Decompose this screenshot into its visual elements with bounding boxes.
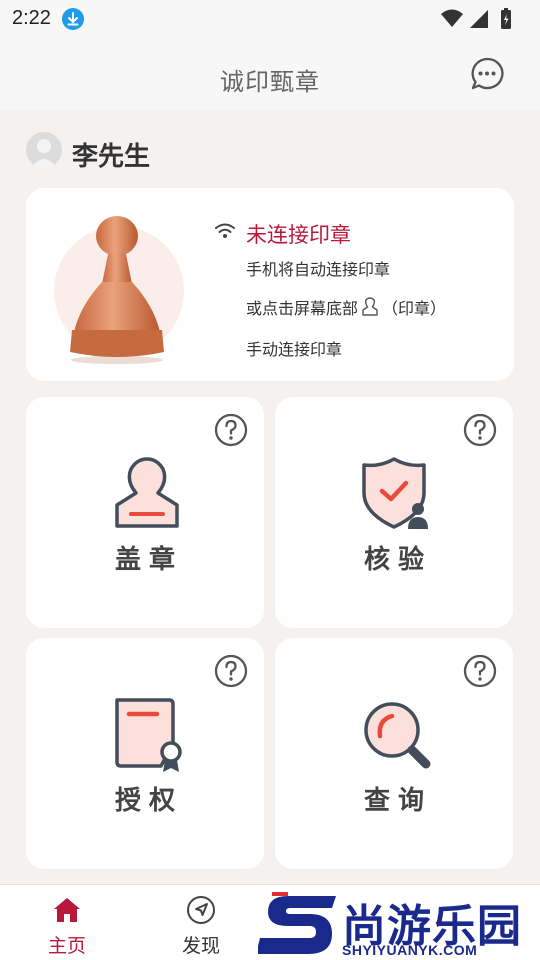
avatar[interactable] [26,132,62,168]
home-icon [54,898,80,922]
help-icon[interactable] [463,413,497,447]
tab-label: 主页 [47,936,86,957]
connection-card[interactable]: 未连接印章 手机将自动连接印章 或点击屏幕底部 （印章） 手动连接印章 [26,188,514,381]
tile-label: 盖章 [114,544,183,574]
tab-discover[interactable]: 发现 [146,885,256,960]
authorize-tile[interactable]: 授权 [26,638,264,869]
seal-tile[interactable]: 盖章 [26,397,264,628]
status-bar: 2:22 [0,0,540,38]
page-title: 诚印甄章 [220,69,320,96]
tile-label: 查询 [363,785,432,815]
magnifier-icon [364,702,431,769]
watermark: 尚游乐园 SHYIYUANYK.COM [258,890,540,960]
download-icon [62,8,84,30]
help-icon[interactable] [463,654,497,688]
cell-signal-icon [470,10,488,28]
status-time: 2:22 [12,7,51,29]
help-icon[interactable] [214,413,248,447]
hint-text-before: 或点击屏幕底部 [246,301,359,318]
connection-hint-auto: 手机将自动连接印章 [246,262,391,279]
watermark-url: SHYIYUANYK.COM [342,942,478,958]
app-bar: 诚印甄章 [0,38,540,110]
tab-home[interactable]: 主页 [12,885,122,960]
shield-check-icon [362,457,428,529]
stamp-outline-icon [362,297,378,316]
connection-status: 未连接印章 [246,224,351,247]
compass-icon [187,896,215,924]
battery-icon [500,8,512,35]
stamp-device-icon [70,216,164,364]
connection-hint-manual: 或点击屏幕底部 （印章） [246,295,446,319]
stamp-person-icon [115,457,179,528]
tile-label: 核验 [363,544,432,574]
chat-bubble-icon [471,57,504,90]
user-name: 李先生 [72,141,151,171]
tab-label: 发现 [181,936,220,957]
user-avatar-icon [31,139,57,168]
query-tile[interactable]: 查询 [275,638,513,869]
help-icon[interactable] [214,654,248,688]
verify-tile[interactable]: 核验 [275,397,513,628]
connection-hint-manual-end: 手动连接印章 [246,342,343,359]
hint-text-after: （印章） [382,301,447,318]
wifi-status-icon [441,9,463,27]
certificate-badge-icon [115,698,182,772]
signal-icons [440,8,500,35]
wifi-icon [215,223,235,238]
message-button[interactable] [470,57,504,91]
watermark-logo-icon [258,892,336,954]
tile-label: 授权 [114,785,183,815]
